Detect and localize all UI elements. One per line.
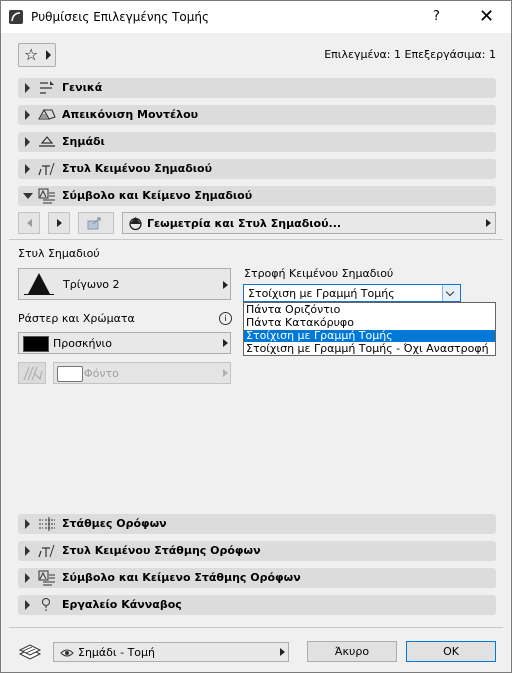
text-rotation-dropdown-list: Πάντα Οριζόντιο Πάντα Κατακόρυφο Στοίχισ… <box>243 302 496 356</box>
marker-icon <box>39 136 55 147</box>
title-bar: Ρυθμίσεις Επιλεγμένης Τομής ? ✕ <box>1 1 511 33</box>
section-label: Απεικόνιση Μοντέλου <box>62 108 199 121</box>
dropdown-toggle[interactable] <box>442 285 460 301</box>
section-label: Στυλ Κειμένου Σημαδιού <box>62 162 213 175</box>
star-icon: ☆ <box>24 45 39 64</box>
divider <box>9 627 503 628</box>
layer-value: Σημάδι - Τομή <box>78 646 156 659</box>
symbol-text-icon <box>38 570 55 586</box>
section-grid-tool[interactable]: Εργαλείο Κάνναβος <box>18 595 496 615</box>
raster-colors-label: Ράστερ και Χρώματα <box>18 312 135 325</box>
section-label: Σημάδι <box>62 135 105 148</box>
layer-selector[interactable]: Σημάδι - Τομή <box>53 642 289 662</box>
section-story-level-text-style[interactable]: Στυλ Κειμένου Στάθμης Ορόφων <box>18 541 496 561</box>
text-rotation-combobox[interactable]: Στοίχιση με Γραμμή Τομής <box>243 284 461 302</box>
section-model-display[interactable]: Απεικόνιση Μοντέλου <box>18 105 496 125</box>
info-icon[interactable]: i <box>219 312 232 325</box>
dropdown-option[interactable]: Πάντα Οριζόντιο <box>244 304 495 316</box>
foreground-pen-selector[interactable]: Προσκήνιο <box>18 332 231 354</box>
eye-icon <box>60 649 74 657</box>
archicad-app-icon <box>9 10 23 24</box>
divider <box>9 239 503 240</box>
grid-tool-icon <box>42 598 50 612</box>
dropdown-option[interactable]: Πάντα Κατακόρυφο <box>244 317 495 329</box>
section-marker[interactable]: Σημάδι <box>18 132 496 152</box>
background-label: Φόντο <box>84 367 119 380</box>
expand-arrow-icon <box>25 573 30 583</box>
general-icon <box>40 81 54 94</box>
section-marker-icon <box>129 217 142 231</box>
section-marker-text-style[interactable]: Στυλ Κειμένου Σημαδιού <box>18 159 496 179</box>
section-label: Σύμβολο και Κείμενο Σημαδιού <box>62 189 253 202</box>
chevron-right-icon <box>486 219 491 227</box>
section-label: Γενικά <box>62 81 103 94</box>
panel-navigator: Γεωμετρία και Στυλ Σημαδιού... <box>18 212 496 234</box>
export-icon <box>87 217 101 230</box>
triangle-marker-icon <box>28 273 50 294</box>
expand-arrow-icon <box>25 600 30 610</box>
close-button[interactable]: ✕ <box>479 6 494 27</box>
story-levels-icon <box>39 517 55 531</box>
background-fill-toggle[interactable] <box>18 362 46 384</box>
chevron-right-icon <box>223 369 228 377</box>
dropdown-option-selected[interactable]: Στοίχιση με Γραμμή Τομής <box>244 330 495 342</box>
layer-icon <box>18 644 42 660</box>
section-story-levels[interactable]: Στάθμες Ορόφων <box>18 514 496 534</box>
panel-selector[interactable]: Γεωμετρία και Στυλ Σημαδιού... <box>122 212 496 234</box>
panel-selector-label: Γεωμετρία και Στυλ Σημαδιού... <box>147 217 342 230</box>
chevron-down-icon <box>445 287 455 297</box>
cancel-button[interactable]: Άκυρο <box>307 641 397 662</box>
foreground-label: Προσκήνιο <box>53 337 113 350</box>
expand-arrow-icon <box>25 164 30 174</box>
collapse-arrow-icon <box>23 193 33 199</box>
foreground-color-swatch <box>23 336 49 352</box>
expand-arrow-icon <box>25 83 30 93</box>
favorites-button[interactable]: ☆ <box>18 43 56 67</box>
text-rotation-value: Στοίχιση με Γραμμή Τομής <box>248 287 395 300</box>
text-style-icon <box>38 162 55 176</box>
chevron-right-icon <box>57 219 62 227</box>
window-title: Ρυθμίσεις Επιλεγμένης Τομής <box>31 10 210 24</box>
chevron-left-icon <box>27 219 32 227</box>
text-style-icon <box>38 544 55 558</box>
previous-panel-button[interactable] <box>18 212 40 234</box>
section-label: Εργαλείο Κάνναβος <box>62 598 182 611</box>
section-general[interactable]: Γενικά <box>18 78 496 98</box>
expand-arrow-icon <box>25 137 30 147</box>
chevron-right-icon <box>223 281 228 289</box>
section-story-level-symbol-text[interactable]: Σύμβολο και Κείμενο Στάθμης Ορόφων <box>18 568 496 588</box>
dropdown-option[interactable]: Στοίχιση με Γραμμή Τομής - Όχι Αναστροφή <box>244 343 495 355</box>
section-marker-symbol-text[interactable]: Σύμβολο και Κείμενο Σημαδιού <box>18 186 496 206</box>
chevron-right-icon <box>280 648 285 656</box>
ok-button[interactable]: OK <box>406 641 496 662</box>
background-pen-selector[interactable]: Φόντο <box>53 362 231 384</box>
marker-baseline <box>24 294 54 295</box>
marker-style-selector[interactable]: Τρίγωνο 2 <box>18 268 231 300</box>
panel-export-button[interactable] <box>78 212 114 234</box>
next-panel-button[interactable] <box>48 212 70 234</box>
model-display-icon <box>38 108 56 120</box>
selection-info: Επιλεγμένα: 1 Επεξεργάσιμα: 1 <box>324 48 496 61</box>
section-label: Στυλ Κειμένου Στάθμης Ορόφων <box>62 544 261 557</box>
expand-arrow-icon <box>25 519 30 529</box>
settings-dialog: Ρυθμίσεις Επιλεγμένης Τομής ? ✕ ☆ Επιλεγ… <box>0 0 512 673</box>
expand-arrow-icon <box>25 110 30 120</box>
background-color-swatch <box>57 366 83 382</box>
section-label: Σύμβολο και Κείμενο Στάθμης Ορόφων <box>62 571 301 584</box>
symbol-text-icon <box>38 188 55 204</box>
fill-pattern-icon <box>23 366 43 381</box>
marker-style-label: Στυλ Σημαδιού <box>18 247 100 260</box>
section-label: Στάθμες Ορόφων <box>62 517 167 530</box>
text-rotation-label: Στροφή Κειμένου Σημαδιού <box>244 267 394 280</box>
chevron-right-icon <box>46 50 51 60</box>
chevron-right-icon <box>223 339 228 347</box>
help-button[interactable]: ? <box>433 9 440 24</box>
marker-style-value: Τρίγωνο 2 <box>63 278 120 291</box>
expand-arrow-icon <box>25 546 30 556</box>
